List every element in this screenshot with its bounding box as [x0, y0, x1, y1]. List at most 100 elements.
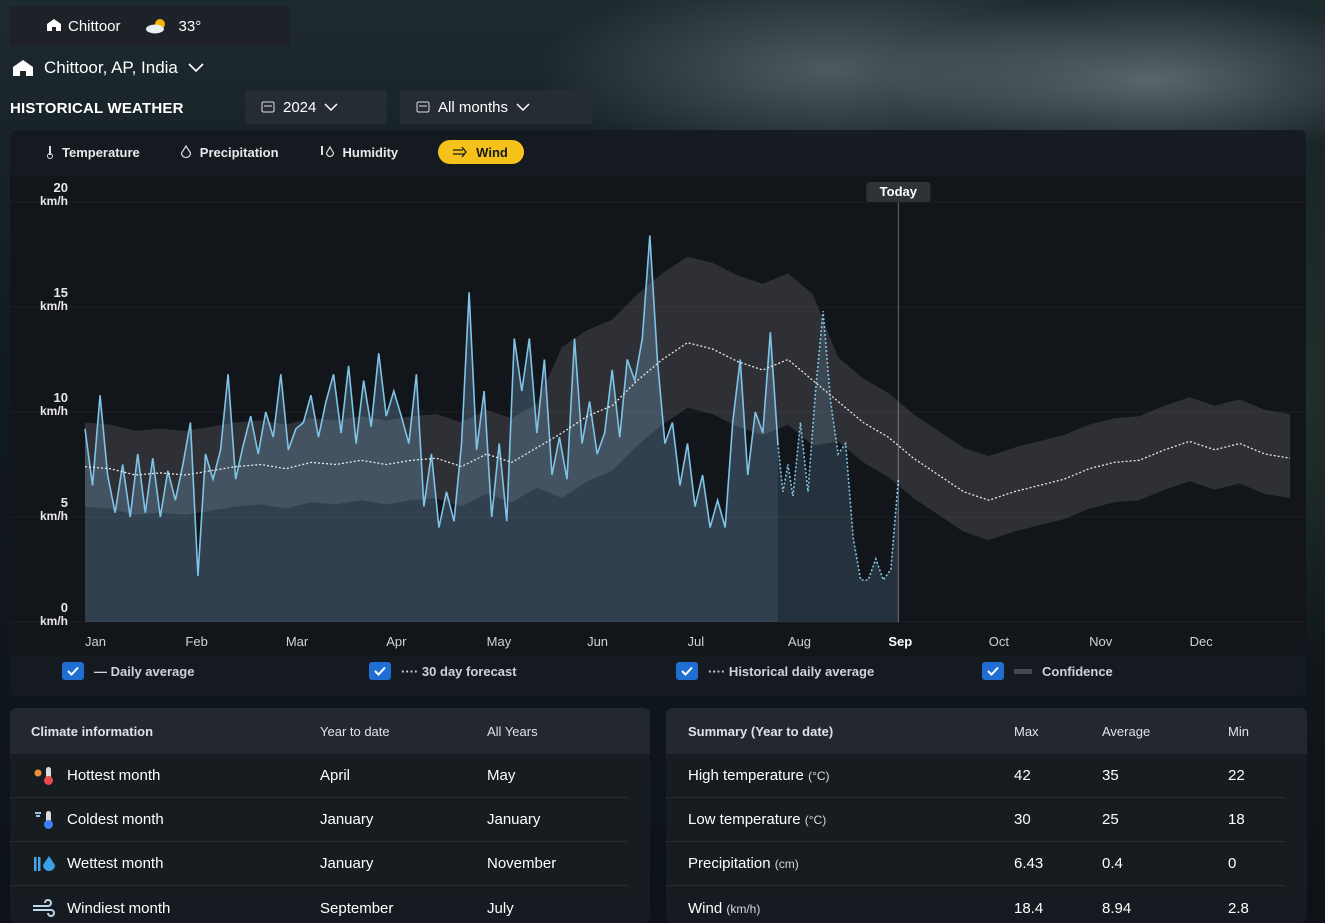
hot-thermometer-icon [34, 766, 53, 785]
wind-icon [453, 146, 468, 158]
row-unit: (°C) [804, 813, 827, 827]
min-value: 22 [1228, 767, 1245, 784]
row-value: January [487, 811, 541, 828]
x-tick-label: Jul [688, 634, 705, 649]
calendar-icon [261, 101, 275, 113]
rain-drop-icon [34, 855, 55, 871]
year-value: 2024 [283, 98, 317, 116]
x-tick-label: Nov [1089, 634, 1113, 649]
wind-icon [33, 899, 55, 917]
top-bar: Chittoor 33° [0, 0, 1325, 46]
y-tick-value: 5 [61, 495, 68, 510]
y-tick-unit: km/h [40, 404, 68, 418]
y-tick-unit: km/h [40, 299, 68, 313]
row-value: July [487, 899, 514, 917]
climate-info-card: Climate information Year to date All Yea… [10, 708, 650, 923]
min-value: 0 [1228, 855, 1237, 872]
thermometer-icon [47, 146, 53, 159]
city-selector[interactable]: Chittoor, AP, India [12, 58, 204, 78]
table-row: Windiest month September July [10, 886, 628, 923]
months-dropdown[interactable]: All months [400, 90, 592, 124]
avg-value: 0.4 [1102, 855, 1123, 872]
droplet-icon [180, 145, 191, 159]
row-value: January [320, 811, 374, 828]
section-title: HISTORICAL WEATHER [10, 99, 184, 117]
chevron-down-icon [188, 63, 204, 73]
col-header: All Years [487, 723, 538, 739]
tab-label: Wind [476, 144, 508, 160]
table-row: High temperature (°C) 42 35 22 [666, 754, 1285, 798]
row-value: May [487, 767, 516, 784]
months-value: All months [438, 98, 509, 116]
today-label: Today [880, 184, 918, 199]
x-tick-label: Apr [386, 634, 407, 649]
tab-wind[interactable]: Wind [438, 140, 524, 164]
y-tick-unit: km/h [40, 614, 68, 628]
row-value: September [320, 899, 394, 917]
x-tick-label: Oct [989, 634, 1010, 649]
legend-forecast[interactable]: ···· 30 day forecast [369, 662, 517, 680]
table-row: Wettest month January November [10, 842, 628, 886]
tab-temperature[interactable]: Temperature [46, 141, 140, 164]
col-header: Year to date [320, 723, 390, 739]
y-tick-value: 15 [54, 285, 68, 300]
cold-thermometer-icon [35, 810, 53, 829]
tab-label: Temperature [62, 144, 140, 160]
row-label: Low temperature [688, 811, 801, 828]
row-label: Precipitation [688, 855, 771, 872]
y-tick-value: 0 [61, 600, 68, 615]
row-value: January [320, 855, 374, 872]
avg-value: 8.94 [1102, 899, 1132, 917]
summary-header: Summary (Year to date) Max Average Min [666, 708, 1307, 754]
check-icon [67, 666, 79, 676]
chevron-down-icon [516, 102, 530, 111]
row-label: Hottest month [67, 767, 161, 784]
x-tick-label: Jun [587, 634, 608, 649]
col-header: Min [1228, 723, 1249, 739]
legend-label: Confidence [1042, 663, 1113, 679]
legend-label: — Daily average [94, 663, 195, 679]
table-row: Coldest month January January [10, 798, 628, 842]
tab-humidity[interactable]: Humidity [319, 141, 398, 164]
row-unit: (km/h) [726, 901, 761, 916]
y-tick-unit: km/h [40, 194, 68, 208]
checkbox-daily[interactable] [62, 662, 84, 680]
checkbox-historical[interactable] [676, 662, 698, 680]
min-value: 2.8 [1228, 899, 1249, 917]
x-tick-label: Dec [1190, 634, 1214, 649]
min-value: 18 [1228, 811, 1245, 828]
legend-label: ···· Historical daily average [708, 663, 875, 679]
max-value: 18.4 [1014, 899, 1044, 917]
wind-chart: 0km/h5km/h10km/h15km/h20km/h Jan Feb Mar Ap… [10, 176, 1306, 656]
historical-header: HISTORICAL WEATHER [10, 92, 184, 124]
row-label: High temperature [688, 767, 804, 784]
legend-confidence[interactable]: Confidence [982, 662, 1113, 680]
col-header: Max [1014, 723, 1039, 739]
table-row: Low temperature (°C) 30 25 18 [666, 798, 1285, 842]
location-name: Chittoor [68, 17, 121, 35]
row-value: November [487, 855, 557, 872]
checkbox-forecast[interactable] [369, 662, 391, 680]
table-row: Precipitation (cm) 6.43 0.4 0 [666, 842, 1285, 886]
table-row: Wind (km/h) 18.4 8.94 2.8 [666, 886, 1285, 923]
location-chip[interactable]: Chittoor 33° [10, 6, 290, 46]
current-temperature: 33° [178, 17, 202, 35]
y-tick-value: 10 [54, 390, 68, 405]
x-tick-label: Sep [888, 634, 912, 649]
row-label: Coldest month [67, 811, 164, 828]
row-label: Windiest month [67, 899, 171, 917]
tab-precipitation[interactable]: Precipitation [180, 141, 279, 164]
row-label: Wind [688, 899, 723, 917]
row-unit: (°C) [808, 769, 830, 783]
tab-label: Precipitation [199, 144, 279, 160]
avg-value: 25 [1102, 811, 1119, 828]
x-tick-label: Feb [185, 634, 207, 649]
legend-historical[interactable]: ···· Historical daily average [676, 662, 874, 680]
summary-card: Summary (Year to date) Max Average Min H… [666, 708, 1307, 923]
year-dropdown[interactable]: 2024 [245, 90, 387, 124]
legend-daily[interactable]: — Daily average [62, 662, 194, 680]
checkbox-confidence[interactable] [982, 662, 1004, 680]
row-value: April [320, 767, 351, 784]
x-tick-label: May [487, 634, 512, 649]
max-value: 42 [1014, 767, 1031, 784]
